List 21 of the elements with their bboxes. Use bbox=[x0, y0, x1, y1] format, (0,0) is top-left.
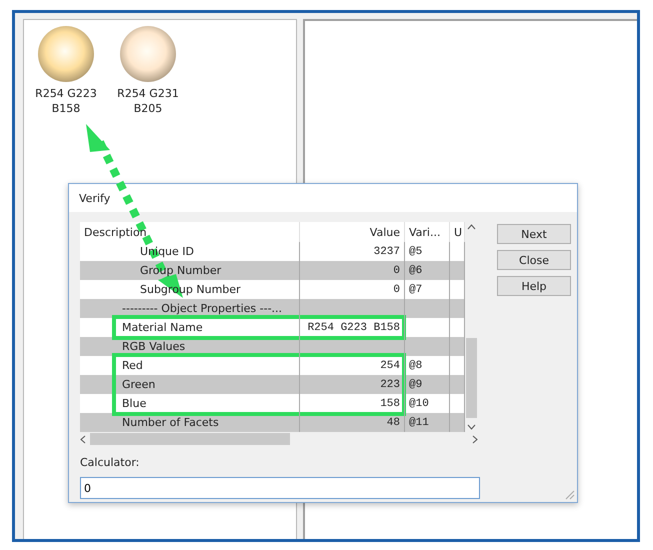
scroll-up-icon[interactable] bbox=[467, 224, 476, 230]
swatch-label: R254 G231 B205 bbox=[116, 86, 180, 116]
table-row[interactable]: Group Number 0 @6 bbox=[80, 261, 465, 280]
table-cell: R254 G223 B158 bbox=[300, 318, 405, 337]
table-cell: 48 bbox=[300, 413, 405, 432]
scroll-right-icon[interactable] bbox=[472, 434, 478, 444]
table-row[interactable]: Green 223 @9 bbox=[80, 375, 465, 394]
calculator-label: Calculator: bbox=[80, 456, 140, 469]
dialog-button[interactable]: Help bbox=[497, 276, 571, 296]
table-cell: 158 bbox=[300, 394, 405, 413]
table-cell: @11 bbox=[405, 413, 450, 432]
calculator-field[interactable]: 0 bbox=[80, 477, 480, 499]
dialog-button[interactable]: Close bbox=[497, 250, 571, 270]
horizontal-scrollbar[interactable] bbox=[80, 432, 478, 446]
scroll-left-icon[interactable] bbox=[80, 434, 86, 444]
dialog-title: Verify bbox=[79, 192, 110, 204]
scroll-down-icon[interactable] bbox=[467, 424, 476, 430]
swatch-label: R254 G223 B158 bbox=[34, 86, 98, 116]
table-cell: Number of Facets bbox=[80, 413, 300, 432]
dialog-button[interactable]: Next bbox=[497, 224, 571, 244]
resize-grip-icon[interactable] bbox=[563, 488, 575, 500]
